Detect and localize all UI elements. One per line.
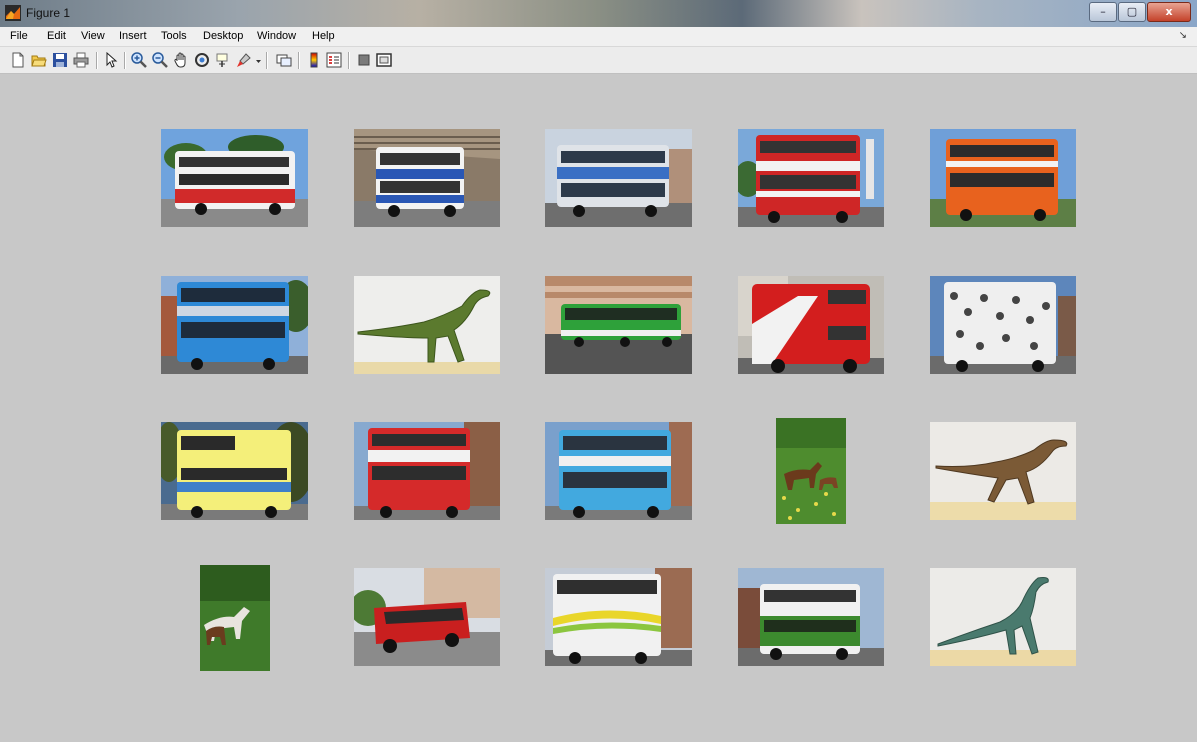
toolbar-separator — [298, 52, 300, 69]
green-articulated-bus — [545, 276, 692, 374]
red-white-double-decker-bus-2 — [354, 422, 500, 520]
window-title: Figure 1 — [26, 6, 71, 20]
blue-silver-double-decker-bus — [545, 129, 692, 227]
data-cursor-icon[interactable] — [215, 52, 231, 68]
menu-bar: File Edit View Insert Tools Desktop Wind… — [0, 27, 1197, 47]
insert-colorbar-icon[interactable] — [306, 52, 322, 68]
rotate-3d-icon[interactable] — [194, 52, 210, 68]
zoom-out-icon[interactable] — [152, 52, 168, 68]
yellow-whippet-bus — [161, 422, 308, 520]
red-white-cardiff-bus — [738, 129, 884, 227]
print-icon[interactable] — [73, 52, 89, 68]
toolbar-separator — [266, 52, 268, 69]
matlab-logo-icon — [5, 5, 21, 21]
menu-insert[interactable]: Insert — [119, 30, 147, 42]
red-white-double-decker-bus — [161, 129, 308, 227]
blue-white-double-decker-bus — [354, 129, 500, 227]
title-bar[interactable]: Figure 1 – ▢ x — [0, 0, 1197, 27]
horses-in-meadow — [200, 565, 270, 671]
green-dinosaur — [354, 276, 500, 374]
green-white-double-decker-bus — [738, 568, 884, 666]
horses-in-green-field — [776, 418, 846, 524]
maximize-button[interactable]: ▢ — [1118, 2, 1146, 22]
figure-canvas[interactable] — [8, 74, 1189, 742]
insert-legend-icon[interactable] — [326, 52, 342, 68]
figure-toolbar — [0, 47, 1197, 74]
toolbar-separator — [348, 52, 350, 69]
dock-arrow-icon[interactable]: ↘ — [1179, 30, 1187, 41]
brown-dinosaur — [930, 422, 1076, 520]
brush-dropdown-icon[interactable] — [254, 52, 263, 68]
minimize-button[interactable]: – — [1089, 2, 1117, 22]
new-figure-icon[interactable] — [10, 52, 26, 68]
zoom-in-icon[interactable] — [131, 52, 147, 68]
menu-edit[interactable]: Edit — [47, 30, 66, 42]
save-icon[interactable] — [52, 52, 68, 68]
edit-plot-arrow-icon[interactable] — [103, 52, 119, 68]
menu-help[interactable]: Help — [312, 30, 335, 42]
long-neck-dinosaur — [930, 568, 1076, 666]
blue-double-decker-bus — [161, 276, 308, 374]
link-plot-icon[interactable] — [276, 52, 292, 68]
red-routemaster-bus — [738, 276, 884, 374]
close-button[interactable]: x — [1147, 2, 1191, 22]
toolbar-separator — [96, 52, 98, 69]
menu-desktop[interactable]: Desktop — [203, 30, 243, 42]
menu-view[interactable]: View — [81, 30, 105, 42]
pan-hand-icon[interactable] — [173, 52, 189, 68]
toolbar-separator — [124, 52, 126, 69]
open-file-icon[interactable] — [31, 52, 47, 68]
white-bus-with-print-livery — [930, 276, 1076, 374]
red-vintage-single-decker-bus — [354, 568, 500, 666]
white-yellow-double-decker-bus — [545, 568, 692, 666]
hide-plot-tools-icon[interactable] — [356, 52, 372, 68]
blue-white-double-decker-bus-2 — [545, 422, 692, 520]
show-plot-tools-icon[interactable] — [376, 52, 392, 68]
menu-file[interactable]: File — [10, 30, 28, 42]
menu-window[interactable]: Window — [257, 30, 296, 42]
orange-double-decker-bus — [930, 129, 1076, 227]
brush-icon[interactable] — [236, 52, 252, 68]
menu-tools[interactable]: Tools — [161, 30, 187, 42]
